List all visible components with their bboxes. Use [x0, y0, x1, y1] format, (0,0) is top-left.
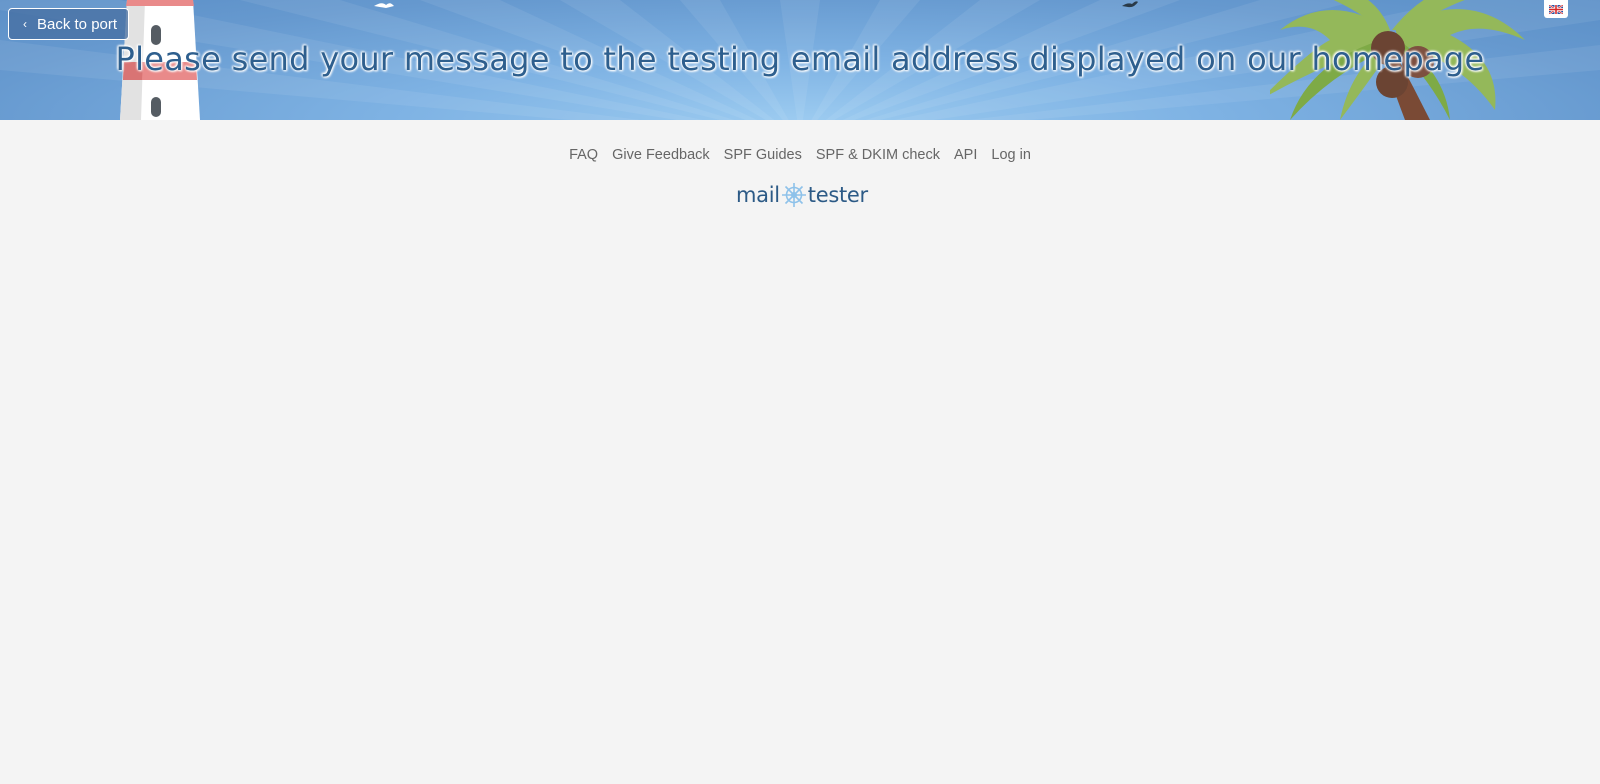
back-button-label: Back to port: [37, 15, 118, 33]
page-title: Please send your message to the testing …: [115, 40, 1485, 78]
footer-link-spf-dkim-check[interactable]: SPF & DKIM check: [816, 147, 940, 163]
footer-nav: FAQ Give Feedback SPF Guides SPF & DKIM …: [0, 147, 1600, 163]
bird-icon: [1122, 1, 1138, 8]
footer-link-spf-guides[interactable]: SPF Guides: [724, 147, 802, 163]
chevron-left-icon: ‹: [23, 17, 27, 31]
logo-text-tester: tester: [807, 183, 868, 207]
uk-flag-icon: [1549, 4, 1563, 14]
footer-link-give-feedback[interactable]: Give Feedback: [612, 147, 710, 163]
language-selector[interactable]: [1544, 0, 1568, 18]
footer-link-api[interactable]: API: [954, 147, 977, 163]
mail-tester-logo[interactable]: mail tester: [736, 180, 868, 210]
footer-link-faq[interactable]: FAQ: [569, 147, 598, 163]
header-banner: Please send your message to the testing …: [0, 0, 1600, 120]
logo-text-mail: mail: [736, 183, 780, 207]
footer-link-log-in[interactable]: Log in: [991, 147, 1031, 163]
seagull-icon: [374, 3, 394, 8]
ship-wheel-icon: [781, 183, 806, 207]
back-to-port-button[interactable]: ‹ Back to port: [8, 8, 130, 40]
